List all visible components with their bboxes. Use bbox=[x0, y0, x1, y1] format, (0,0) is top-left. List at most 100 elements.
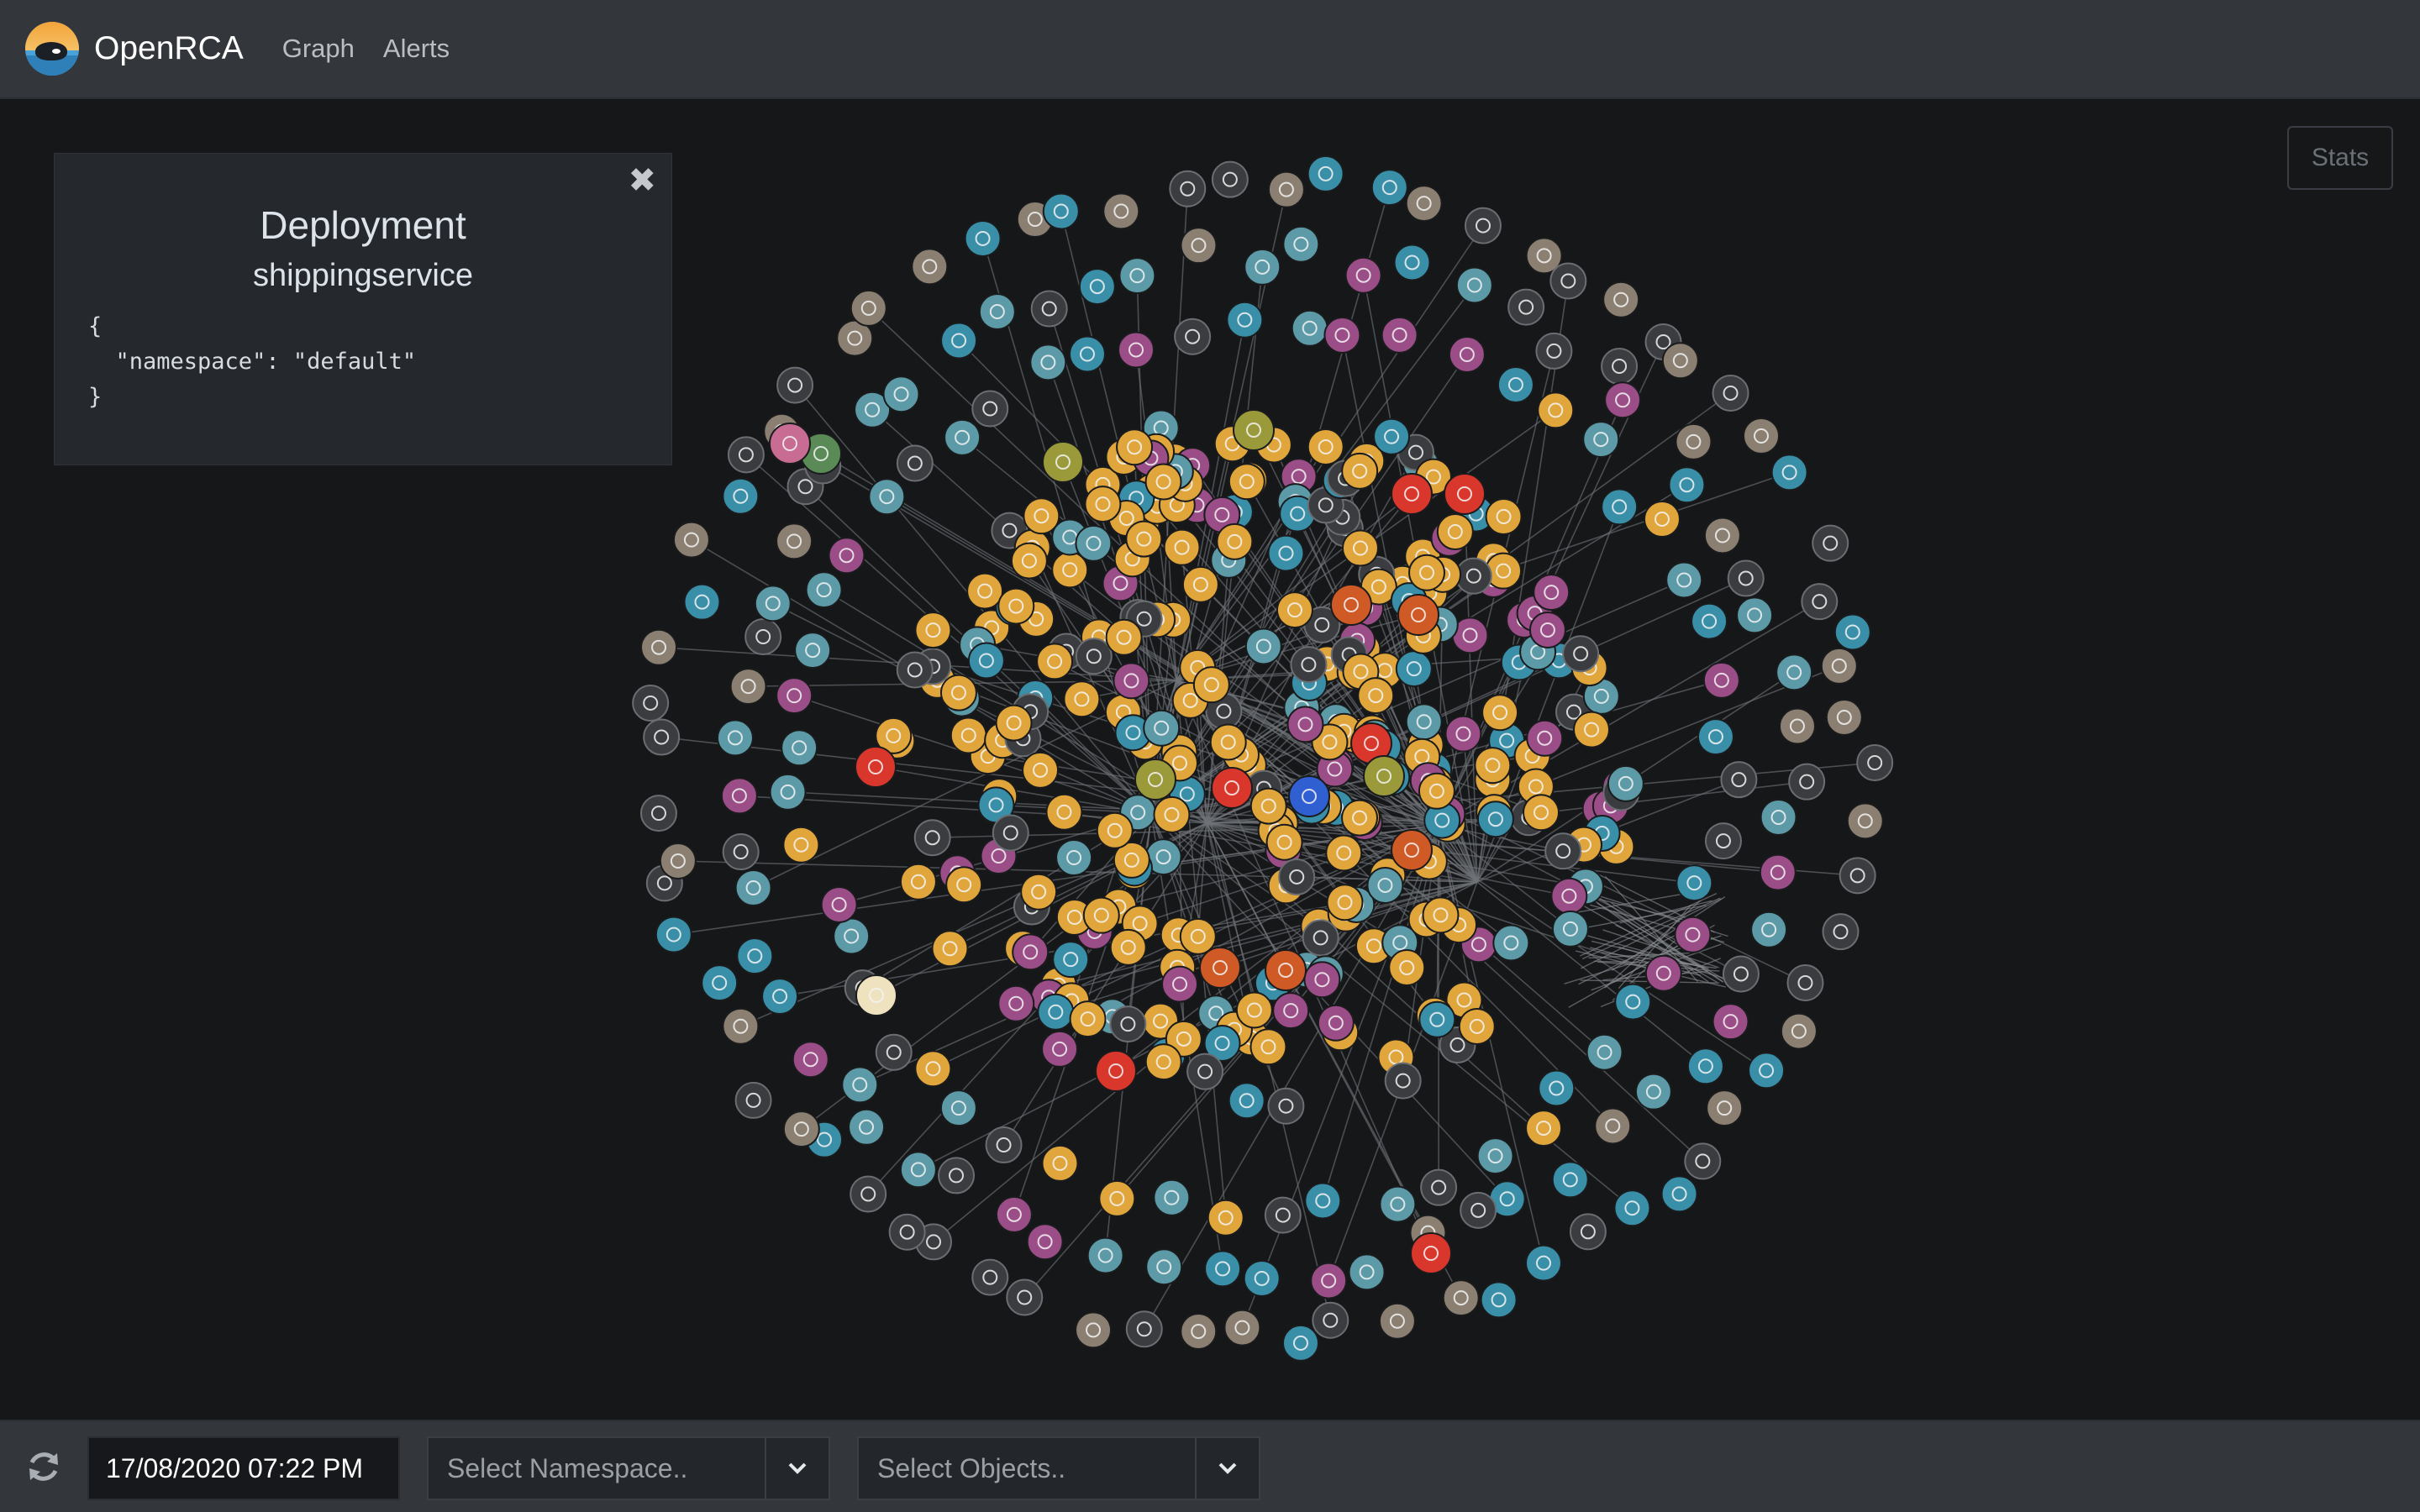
close-icon[interactable]: ✖ bbox=[628, 164, 656, 197]
graph-node[interactable] bbox=[914, 612, 952, 649]
graph-node[interactable] bbox=[1118, 331, 1155, 369]
graph-node[interactable] bbox=[882, 375, 920, 413]
graph-node[interactable] bbox=[1604, 381, 1642, 419]
graph-node[interactable] bbox=[939, 1089, 977, 1127]
graph-node[interactable] bbox=[1569, 1213, 1607, 1251]
graph-node[interactable] bbox=[1116, 428, 1154, 466]
graph-node[interactable] bbox=[1228, 463, 1265, 501]
graph-node[interactable] bbox=[1199, 947, 1241, 989]
graph-node[interactable] bbox=[1216, 522, 1254, 560]
graph-node[interactable] bbox=[1223, 1309, 1261, 1347]
graph-node[interactable] bbox=[1720, 761, 1758, 799]
graph-node[interactable] bbox=[1549, 262, 1587, 300]
graph-node[interactable] bbox=[966, 572, 1004, 610]
graph-node[interactable] bbox=[1442, 1279, 1480, 1317]
graph-node[interactable] bbox=[1704, 822, 1742, 860]
graph-node[interactable] bbox=[1209, 723, 1247, 761]
graph-node[interactable] bbox=[1144, 463, 1182, 501]
graph-node[interactable] bbox=[761, 978, 799, 1016]
graph-node[interactable] bbox=[931, 930, 969, 968]
graph-node[interactable] bbox=[1041, 1144, 1079, 1182]
graph-node[interactable] bbox=[655, 916, 692, 953]
graph-node[interactable] bbox=[896, 651, 934, 689]
graph-node[interactable] bbox=[1788, 763, 1826, 801]
graph-node[interactable] bbox=[1528, 611, 1566, 648]
graph-node[interactable] bbox=[1272, 992, 1310, 1030]
graph-node[interactable] bbox=[1776, 654, 1813, 691]
graph-node[interactable] bbox=[1030, 290, 1068, 328]
graph-node[interactable] bbox=[1211, 767, 1253, 809]
graph-node[interactable] bbox=[939, 674, 977, 711]
graph-node[interactable] bbox=[1363, 755, 1405, 797]
graph-node[interactable] bbox=[1264, 1196, 1302, 1234]
graph-node[interactable] bbox=[875, 1033, 913, 1071]
graph-node[interactable] bbox=[701, 964, 739, 1002]
graph-node[interactable] bbox=[1143, 709, 1181, 747]
graph-node[interactable] bbox=[1036, 643, 1074, 680]
graph-node[interactable] bbox=[833, 917, 871, 955]
graph-node[interactable] bbox=[1096, 811, 1134, 849]
graph-node[interactable] bbox=[1078, 268, 1116, 306]
graph-node[interactable] bbox=[1697, 718, 1734, 756]
graph-node[interactable] bbox=[888, 1213, 926, 1251]
graph-node[interactable] bbox=[1326, 884, 1364, 921]
graph-node[interactable] bbox=[1812, 524, 1849, 562]
graph-node[interactable] bbox=[1458, 1007, 1496, 1045]
graph-node[interactable] bbox=[1006, 1278, 1044, 1316]
graph-node[interactable] bbox=[1395, 650, 1433, 688]
graph-node[interactable] bbox=[1686, 1047, 1724, 1085]
graph-node[interactable] bbox=[1179, 917, 1217, 955]
graph-node[interactable] bbox=[1161, 965, 1199, 1003]
graph-node[interactable] bbox=[776, 677, 813, 715]
graph-node[interactable] bbox=[1644, 954, 1682, 992]
graph-node[interactable] bbox=[722, 1007, 760, 1045]
graph-node[interactable] bbox=[1379, 1185, 1417, 1223]
graph-node[interactable] bbox=[792, 1041, 829, 1079]
datetime-input[interactable]: 17/08/2020 07:22 PM bbox=[87, 1436, 400, 1500]
graph-node[interactable] bbox=[1109, 928, 1147, 966]
graph-node[interactable] bbox=[1691, 602, 1728, 640]
graph-node[interactable] bbox=[659, 842, 697, 879]
graph-node[interactable] bbox=[1341, 452, 1379, 490]
graph-node[interactable] bbox=[1476, 801, 1514, 838]
graph-node[interactable] bbox=[1276, 591, 1313, 629]
namespace-select[interactable]: Select Namespace.. bbox=[427, 1436, 830, 1500]
graph-node[interactable] bbox=[1533, 574, 1570, 612]
graph-node[interactable] bbox=[1020, 873, 1058, 911]
graph-node[interactable] bbox=[1026, 1223, 1064, 1261]
graph-node[interactable] bbox=[1538, 1069, 1576, 1107]
graph-node[interactable] bbox=[1281, 1324, 1319, 1362]
graph-node[interactable] bbox=[1786, 964, 1824, 1002]
graph-node[interactable] bbox=[640, 628, 678, 666]
graph-node[interactable] bbox=[1778, 707, 1816, 745]
graph-node[interactable] bbox=[1288, 775, 1330, 817]
graph-node[interactable] bbox=[769, 423, 811, 465]
graph-node[interactable] bbox=[1684, 1142, 1722, 1180]
graph-node[interactable] bbox=[1102, 192, 1140, 230]
graph-node[interactable] bbox=[1075, 1311, 1113, 1349]
graph-node[interactable] bbox=[1801, 583, 1839, 621]
graph-canvas[interactable]: ✖ Deployment shippingservice { "namespac… bbox=[0, 101, 2420, 1420]
graph-node[interactable] bbox=[978, 293, 1016, 331]
graph-node[interactable] bbox=[828, 537, 865, 575]
graph-node[interactable] bbox=[1408, 554, 1446, 591]
graph-node[interactable] bbox=[1291, 309, 1328, 347]
graph-node[interactable] bbox=[1169, 170, 1207, 207]
graph-node[interactable] bbox=[1366, 866, 1404, 904]
graph-node[interactable] bbox=[1674, 916, 1712, 953]
graph-node[interactable] bbox=[1267, 534, 1305, 572]
graph-node[interactable] bbox=[1344, 256, 1382, 294]
graph-node[interactable] bbox=[1523, 794, 1560, 832]
graph-node[interactable] bbox=[1323, 316, 1361, 354]
graph-node[interactable] bbox=[1594, 1107, 1632, 1145]
graph-node[interactable] bbox=[769, 773, 807, 811]
graph-node[interactable] bbox=[1186, 1053, 1224, 1090]
graph-node[interactable] bbox=[1839, 857, 1876, 895]
graph-node[interactable] bbox=[1063, 680, 1101, 718]
graph-node[interactable] bbox=[1736, 596, 1774, 634]
graph-node[interactable] bbox=[1330, 584, 1372, 626]
graph-node[interactable] bbox=[855, 746, 897, 788]
graph-node[interactable] bbox=[1055, 838, 1093, 876]
graph-node[interactable] bbox=[1481, 694, 1519, 732]
graph-node[interactable] bbox=[1134, 759, 1176, 801]
